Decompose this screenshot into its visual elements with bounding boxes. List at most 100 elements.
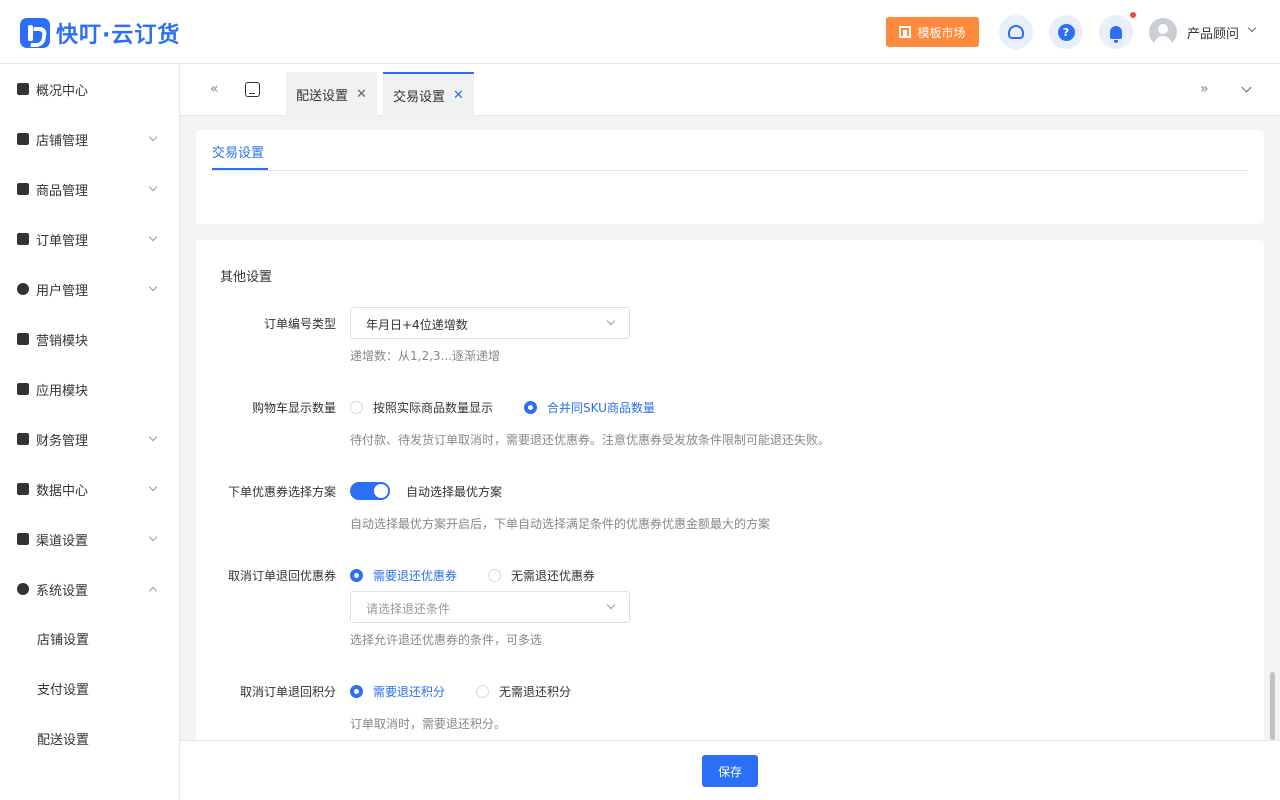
coupon-scheme-label: 下单优惠券选择方案 (227, 485, 336, 499)
customer-service-button[interactable] (999, 15, 1033, 49)
user-name[interactable]: 产品顾问 (1187, 23, 1239, 42)
radio-icon (488, 569, 501, 582)
template-market-button[interactable]: 模板市场 (886, 17, 979, 47)
radio-label: 按照实际商品数量显示 (373, 401, 494, 415)
sidebar-item-label: 系统设置 (36, 584, 89, 599)
radio-checked-icon (350, 685, 363, 698)
sidebar-item-marketing[interactable]: 营销模块 (0, 314, 179, 364)
sidebar-item-apps[interactable]: 应用模块 (0, 364, 179, 414)
chevron-up-icon (148, 586, 158, 596)
sidebar-item-label: 应用模块 (36, 384, 89, 399)
divider (212, 170, 1248, 171)
template-market-label: 模板市场 (917, 25, 966, 40)
double-chevron-left-icon[interactable]: « (210, 81, 219, 97)
close-icon[interactable]: ✕ (453, 88, 464, 103)
return-condition-select[interactable]: 请选择退还条件 (350, 591, 630, 623)
order-number-type-select[interactable]: 年月日+4位递增数 (350, 307, 630, 339)
tab-label: 交易设置 (393, 89, 446, 105)
question-icon: ? (1057, 23, 1075, 41)
sidebar-item-users[interactable]: 用户管理 (0, 264, 179, 314)
help-button[interactable]: ? (1049, 15, 1083, 49)
sidebar-item-label: 用户管理 (36, 284, 89, 299)
sidebar: 概况中心 店铺管理 商品管理 订单管理 用户管理 营销模块 应用模块 财务管理 … (0, 64, 180, 800)
switch-label: 自动选择最优方案 (406, 485, 503, 499)
sidebar-item-system[interactable]: 系统设置 (0, 564, 179, 614)
return-coupon-option-not-required[interactable]: 无需退还优惠券 (488, 567, 595, 584)
dashboard-icon (17, 83, 29, 95)
chevron-down-icon (606, 600, 616, 610)
radio-checked-icon (524, 401, 537, 414)
active-tab-indicator (212, 168, 268, 170)
store-icon (17, 133, 29, 145)
cancel-return-points-hint: 订单取消时，需要退还积分。 (350, 717, 507, 731)
return-points-option-not-required[interactable]: 无需退还积分 (476, 683, 571, 700)
sidebar-item-label: 概况中心 (36, 84, 89, 99)
chevron-down-icon (148, 482, 158, 492)
cart-display-label: 购物车显示数量 (251, 401, 336, 415)
sidebar-subitem-payment-settings[interactable]: 支付设置 (37, 679, 89, 698)
radio-label: 无需退还优惠券 (511, 569, 596, 583)
chevron-down-icon (606, 316, 616, 326)
app-logo[interactable]: 快叮·云订货 (20, 17, 180, 49)
tab-delivery-settings[interactable]: 配送设置 ✕ (286, 72, 377, 116)
order-number-type-hint: 递增数：从1,2,3...逐渐递增 (350, 349, 500, 363)
radio-checked-icon (350, 569, 363, 582)
chevron-down-icon (148, 132, 158, 142)
order-number-type-label: 订单编号类型 (263, 317, 336, 331)
tab-trade-settings[interactable]: 交易设置 ✕ (383, 72, 474, 116)
sidebar-item-label: 财务管理 (36, 434, 89, 449)
page-tab-card: 交易设置 (196, 130, 1264, 224)
app-name: 快叮·云订货 (56, 23, 181, 48)
top-header: 快叮·云订货 模板市场 ? 产品顾问 (0, 0, 1280, 64)
channel-icon (17, 533, 29, 545)
sidebar-subitem-store-settings[interactable]: 店铺设置 (37, 629, 89, 648)
sidebar-item-orders[interactable]: 订单管理 (0, 214, 179, 264)
order-icon (17, 233, 29, 245)
avatar[interactable] (1149, 18, 1177, 46)
page-tab-trade-settings[interactable]: 交易设置 (212, 142, 264, 161)
chevron-down-icon[interactable] (1247, 23, 1257, 33)
radio-label: 合并同SKU商品数量 (547, 401, 655, 415)
headset-icon (1008, 25, 1024, 39)
chart-icon (17, 483, 29, 495)
sidebar-item-overview[interactable]: 概况中心 (0, 64, 179, 114)
sidebar-item-goods[interactable]: 商品管理 (0, 164, 179, 214)
tab-label: 配送设置 (296, 88, 349, 104)
notification-button[interactable] (1099, 15, 1133, 49)
cart-display-hint: 待付款、待发货订单取消时，需要退还优惠券。注意优惠券受发放条件限制可能退还失败。 (350, 433, 831, 447)
radio-icon (476, 685, 489, 698)
footer-bar: 保存 (180, 740, 1280, 800)
coupon-scheme-hint: 自动选择最优方案开启后，下单自动选择满足条件的优惠券优惠金额最大的方案 (350, 517, 771, 531)
sidebar-item-finance[interactable]: 财务管理 (0, 414, 179, 464)
cancel-return-points-label: 取消订单退回积分 (239, 685, 336, 699)
sidebar-item-label: 订单管理 (36, 234, 89, 249)
other-settings-card: 其他设置 订单编号类型 年月日+4位递增数 递增数：从1,2,3...逐渐递增 … (196, 240, 1264, 750)
auto-best-coupon-switch[interactable] (350, 482, 390, 500)
apps-icon (17, 383, 29, 395)
bell-icon (1110, 25, 1122, 43)
return-coupon-option-required[interactable]: 需要退还优惠券 (350, 567, 457, 584)
sidebar-subitem-delivery-settings[interactable]: 配送设置 (37, 729, 89, 748)
sidebar-item-label: 渠道设置 (36, 534, 89, 549)
save-button[interactable]: 保存 (702, 755, 758, 787)
cancel-return-coupon-hint: 选择允许退还优惠券的条件，可多选 (350, 633, 543, 647)
chevron-down-icon[interactable] (1241, 82, 1252, 93)
radio-label: 需要退还优惠券 (373, 569, 458, 583)
goods-icon (17, 183, 29, 195)
wallet-icon (17, 433, 29, 445)
cart-display-option-actual[interactable]: 按照实际商品数量显示 (350, 399, 493, 416)
radio-icon (350, 401, 363, 414)
radio-label: 无需退还积分 (499, 685, 572, 699)
return-points-option-required[interactable]: 需要退还积分 (350, 683, 445, 700)
user-icon (17, 283, 29, 295)
sidebar-item-data[interactable]: 数据中心 (0, 464, 179, 514)
sidebar-item-channel[interactable]: 渠道设置 (0, 514, 179, 564)
sidebar-item-store[interactable]: 店铺管理 (0, 114, 179, 164)
template-icon (899, 26, 912, 38)
home-icon[interactable] (245, 82, 260, 97)
scrollbar[interactable] (1270, 672, 1275, 740)
section-title: 其他设置 (220, 270, 273, 285)
cart-display-option-merge-sku[interactable]: 合并同SKU商品数量 (524, 399, 655, 416)
double-chevron-right-icon[interactable]: » (1200, 81, 1209, 97)
close-icon[interactable]: ✕ (356, 87, 367, 102)
